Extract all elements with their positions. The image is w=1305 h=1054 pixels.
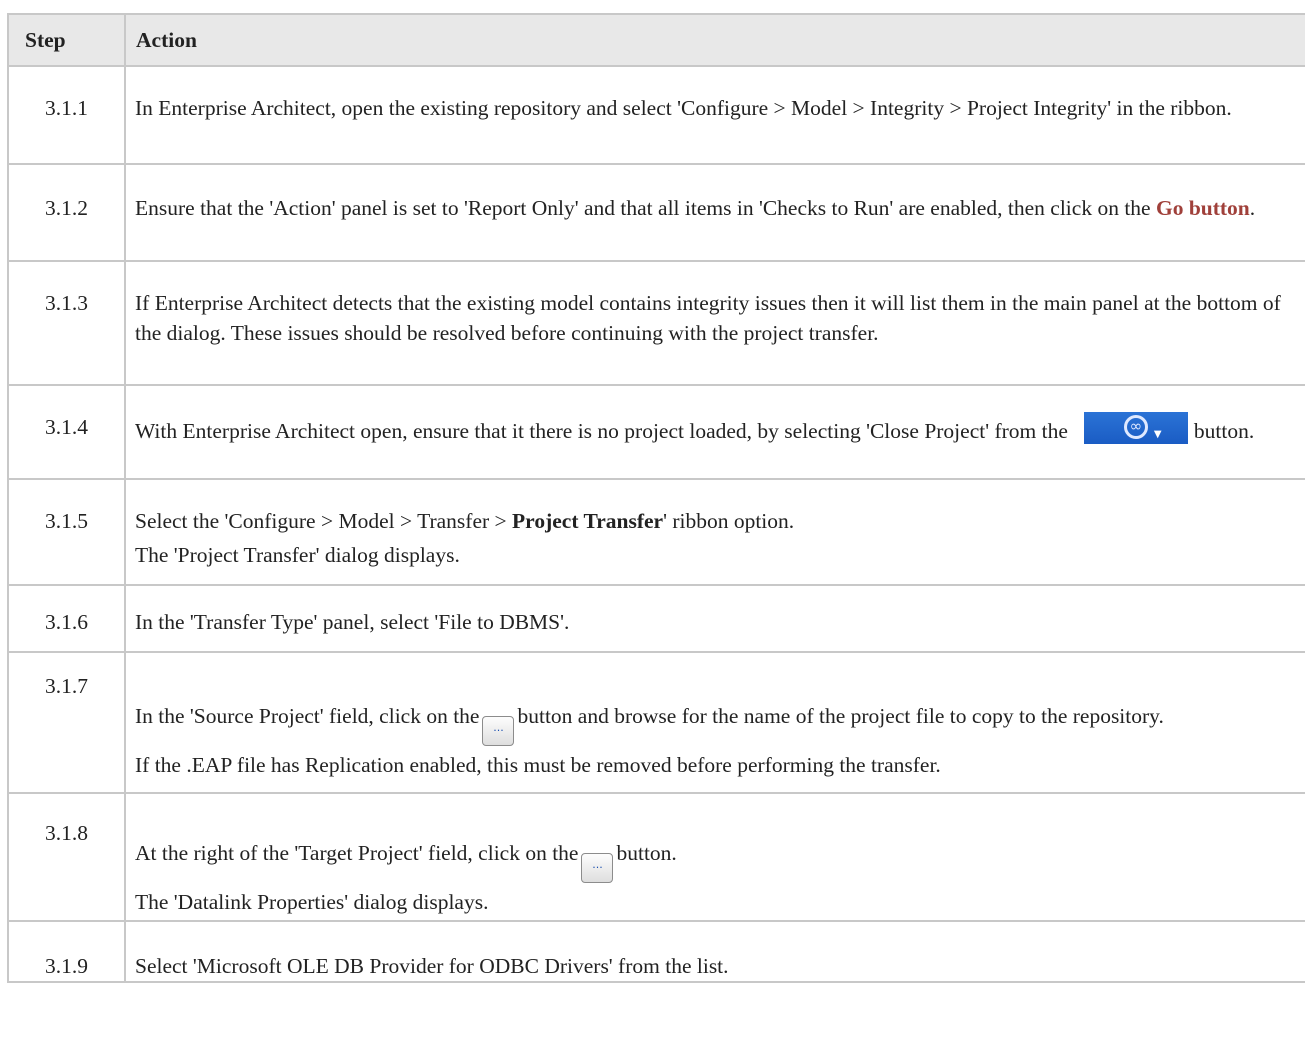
table-header-row: Step Action	[7, 13, 1305, 67]
action-text: In Enterprise Architect, open the existi…	[124, 65, 1305, 165]
table-row: 3.1.3 If Enterprise Architect detects th…	[7, 260, 1305, 386]
ea-main-menu-icon: ∞ ▼	[1083, 412, 1188, 444]
table-row: 3.1.6 In the 'Transfer Type' panel, sele…	[7, 584, 1305, 653]
action-sentence-end: button.	[616, 841, 677, 865]
action-text: If Enterprise Architect detects that the…	[124, 260, 1305, 386]
action-text: With Enterprise Architect open, ensure t…	[124, 384, 1305, 480]
step-number: 3.1.5	[7, 478, 126, 586]
go-button-link[interactable]: Go button	[1156, 196, 1250, 220]
action-note: If the .EAP file has Replication enabled…	[135, 753, 941, 777]
action-sentence-end: button and browse for the name of the pr…	[517, 704, 1164, 728]
table-row: 3.1.9 Select 'Microsoft OLE DB Provider …	[7, 920, 1305, 983]
table-row: 3.1.4 With Enterprise Architect open, en…	[7, 384, 1305, 480]
step-number: 3.1.4	[7, 384, 126, 480]
action-sentence: Select 'Microsoft OLE DB Provider for OD…	[135, 954, 729, 978]
action-sentence-end: button.	[1193, 419, 1255, 443]
action-sentence: Ensure that the 'Action' panel is set to…	[135, 196, 1156, 220]
step-number: 3.1.7	[7, 651, 126, 794]
table-row: 3.1.2 Ensure that the 'Action' panel is …	[7, 163, 1305, 262]
action-sentence: If Enterprise Architect detects that the…	[135, 291, 1281, 345]
step-column-header: Step	[7, 13, 126, 67]
action-sentence-end: .	[1249, 196, 1256, 220]
project-transfer-option: Project Transfer	[512, 509, 664, 533]
action-text: Select the 'Configure > Model > Transfer…	[124, 478, 1305, 586]
action-text: In the 'Transfer Type' panel, select 'Fi…	[124, 584, 1305, 653]
action-sentence: In Enterprise Architect, open the existi…	[135, 96, 1232, 120]
step-number: 3.1.3	[7, 260, 126, 386]
action-note: The 'Datalink Properties' dialog display…	[135, 890, 489, 914]
step-number: 3.1.9	[7, 920, 126, 983]
table-row: 3.1.7 In the 'Source Project' field, cli…	[7, 651, 1305, 794]
action-text: At the right of the 'Target Project' fie…	[124, 792, 1305, 922]
action-sentence: In the 'Transfer Type' panel, select 'Fi…	[135, 610, 570, 634]
table-row: 3.1.1 In Enterprise Architect, open the …	[7, 65, 1305, 165]
action-sentence: In the 'Source Project' field, click on …	[135, 704, 480, 728]
action-text: In the 'Source Project' field, click on …	[124, 651, 1305, 794]
action-sentence: At the right of the 'Target Project' fie…	[135, 841, 579, 865]
step-number: 3.1.8	[7, 792, 126, 922]
action-sentence-end: ' ribbon option.	[663, 509, 795, 533]
procedure-table-container: Step Action 3.1.1 In Enterprise Architec…	[7, 13, 1305, 983]
ellipsis-icon: ...	[482, 716, 515, 746]
table-row: 3.1.8 At the right of the 'Target Projec…	[7, 792, 1305, 922]
procedure-table: Step Action 3.1.1 In Enterprise Architec…	[7, 13, 1305, 983]
step-number: 3.1.2	[7, 163, 126, 262]
action-note: The 'Project Transfer' dialog displays.	[135, 543, 460, 567]
ellipsis-icon: ...	[581, 853, 614, 883]
action-column-header: Action	[124, 13, 1305, 67]
caret-down-icon: ▼	[1153, 429, 1162, 440]
action-sentence: With Enterprise Architect open, ensure t…	[135, 419, 1068, 443]
table-row: 3.1.5 Select the 'Configure > Model > Tr…	[7, 478, 1305, 586]
step-number: 3.1.1	[7, 65, 126, 165]
action-text: Select 'Microsoft OLE DB Provider for OD…	[124, 920, 1305, 983]
action-sentence: Select the 'Configure > Model > Transfer…	[135, 509, 513, 533]
step-number: 3.1.6	[7, 584, 126, 653]
action-text: Ensure that the 'Action' panel is set to…	[124, 163, 1305, 262]
